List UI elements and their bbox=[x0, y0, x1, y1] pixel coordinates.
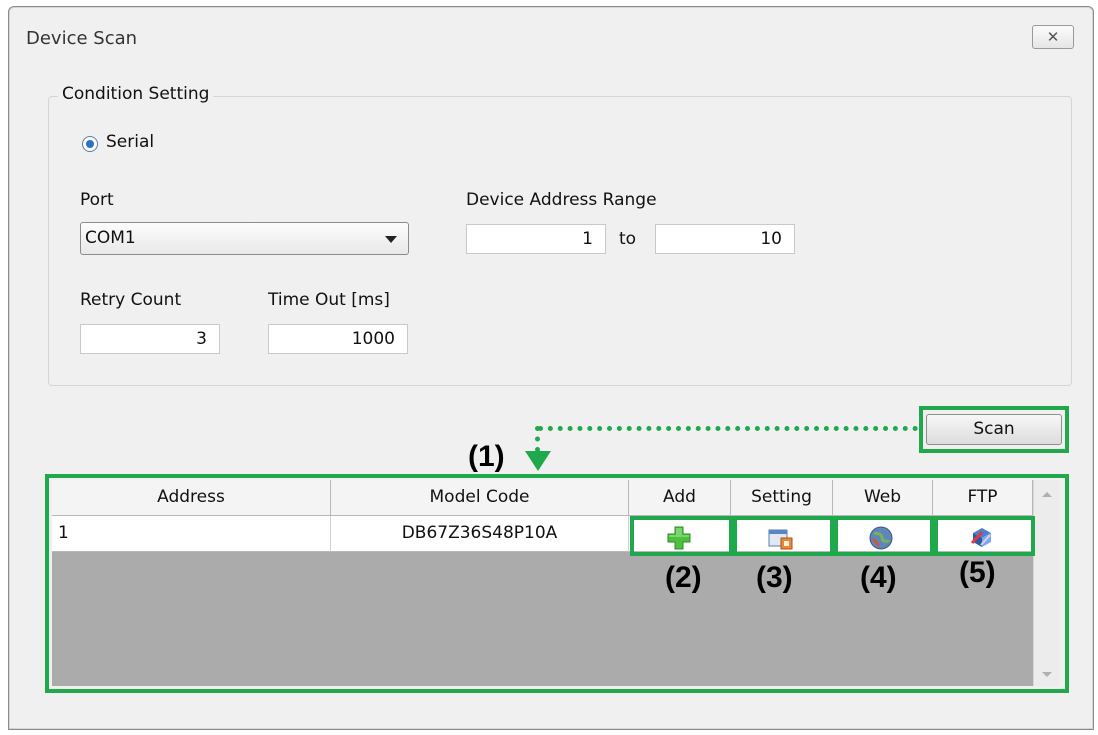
retry-count-label: Retry Count bbox=[80, 290, 182, 310]
callout-1: (1) bbox=[468, 440, 505, 473]
chevron-down-icon bbox=[385, 236, 397, 243]
close-icon: ✕ bbox=[1046, 28, 1060, 46]
timeout-label: Time Out [ms] bbox=[268, 290, 390, 310]
add-highlight-box bbox=[630, 516, 733, 556]
scan-connector-line bbox=[538, 426, 918, 431]
callout-4: (4) bbox=[860, 561, 897, 594]
arrow-down-icon bbox=[525, 451, 551, 471]
address-range-from-field[interactable]: 1 bbox=[466, 224, 606, 254]
device-address-range-label: Device Address Range bbox=[466, 190, 657, 210]
setting-highlight-box bbox=[733, 516, 834, 556]
callout-5: (5) bbox=[959, 556, 996, 589]
radio-selected-dot bbox=[86, 140, 94, 148]
serial-radio-label: Serial bbox=[106, 132, 155, 152]
serial-radio[interactable] bbox=[82, 136, 98, 152]
range-to-label: to bbox=[619, 229, 637, 249]
port-label: Port bbox=[80, 190, 114, 210]
window-title: Device Scan bbox=[26, 28, 138, 49]
timeout-field[interactable]: 1000 bbox=[268, 324, 408, 354]
port-select-value: COM1 bbox=[85, 228, 136, 248]
web-highlight-box bbox=[834, 516, 934, 556]
grid-highlight-box bbox=[45, 474, 1069, 693]
ftp-highlight-box bbox=[934, 516, 1035, 556]
port-select[interactable]: COM1 bbox=[80, 222, 409, 255]
retry-count-field[interactable]: 3 bbox=[80, 324, 220, 354]
close-button[interactable]: ✕ bbox=[1032, 25, 1074, 49]
scan-connector-drop bbox=[535, 426, 540, 452]
address-range-to-field[interactable]: 10 bbox=[655, 224, 795, 254]
callout-3: (3) bbox=[756, 561, 793, 594]
callout-2: (2) bbox=[665, 561, 702, 594]
condition-setting-legend: Condition Setting bbox=[58, 84, 214, 104]
scan-highlight-box bbox=[919, 406, 1069, 453]
